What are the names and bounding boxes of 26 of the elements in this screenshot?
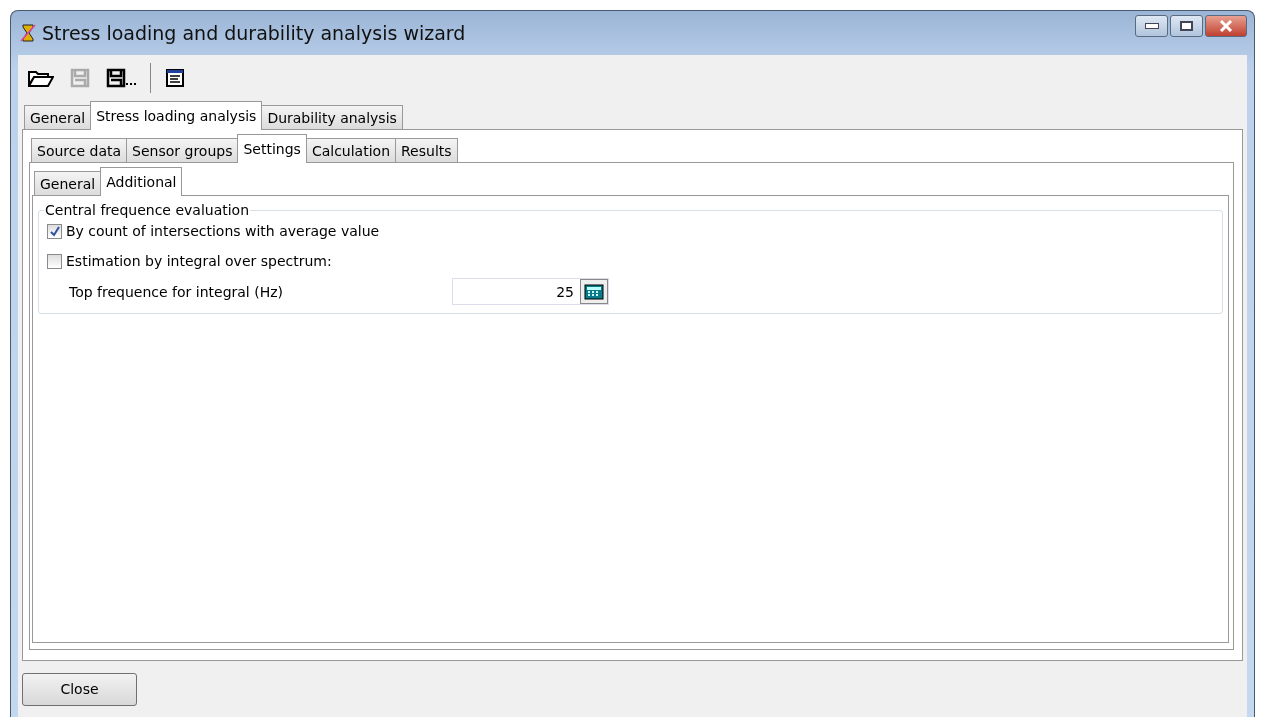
close-icon xyxy=(1219,20,1233,32)
close-button[interactable] xyxy=(1205,15,1247,37)
checkbox-label: Estimation by integral over spectrum: xyxy=(66,253,332,269)
minimize-icon xyxy=(1144,23,1159,29)
tab[interactable]: Settings xyxy=(237,134,307,163)
maximize-icon xyxy=(1180,21,1193,31)
tab[interactable]: Calculation xyxy=(305,138,396,162)
window-title: Stress loading and durability analysis wizard xyxy=(42,22,466,44)
tab[interactable]: Source data xyxy=(31,138,128,162)
tab[interactable]: Additional xyxy=(100,167,183,196)
maximize-button[interactable] xyxy=(1170,15,1203,37)
tab[interactable]: Durability analysis xyxy=(261,105,403,129)
tab[interactable]: General xyxy=(24,105,92,129)
tab[interactable]: Stress loading analysis xyxy=(90,101,263,130)
hourglass-icon xyxy=(20,24,36,42)
close-dialog-button[interactable]: Close xyxy=(22,672,137,706)
tab[interactable]: Results xyxy=(395,138,458,162)
calculator-icon[interactable] xyxy=(580,279,608,304)
group-title: Central frequence evaluation xyxy=(44,202,251,218)
checkbox[interactable] xyxy=(47,223,62,239)
minimize-button[interactable] xyxy=(1135,15,1168,37)
checkbox[interactable] xyxy=(47,253,62,269)
checkbox-label: By count of intersections with average value xyxy=(66,223,380,239)
tab[interactable]: General xyxy=(34,171,102,195)
tab[interactable]: Sensor groups xyxy=(126,138,239,162)
field-label: Top frequence for integral (Hz) xyxy=(69,283,284,300)
